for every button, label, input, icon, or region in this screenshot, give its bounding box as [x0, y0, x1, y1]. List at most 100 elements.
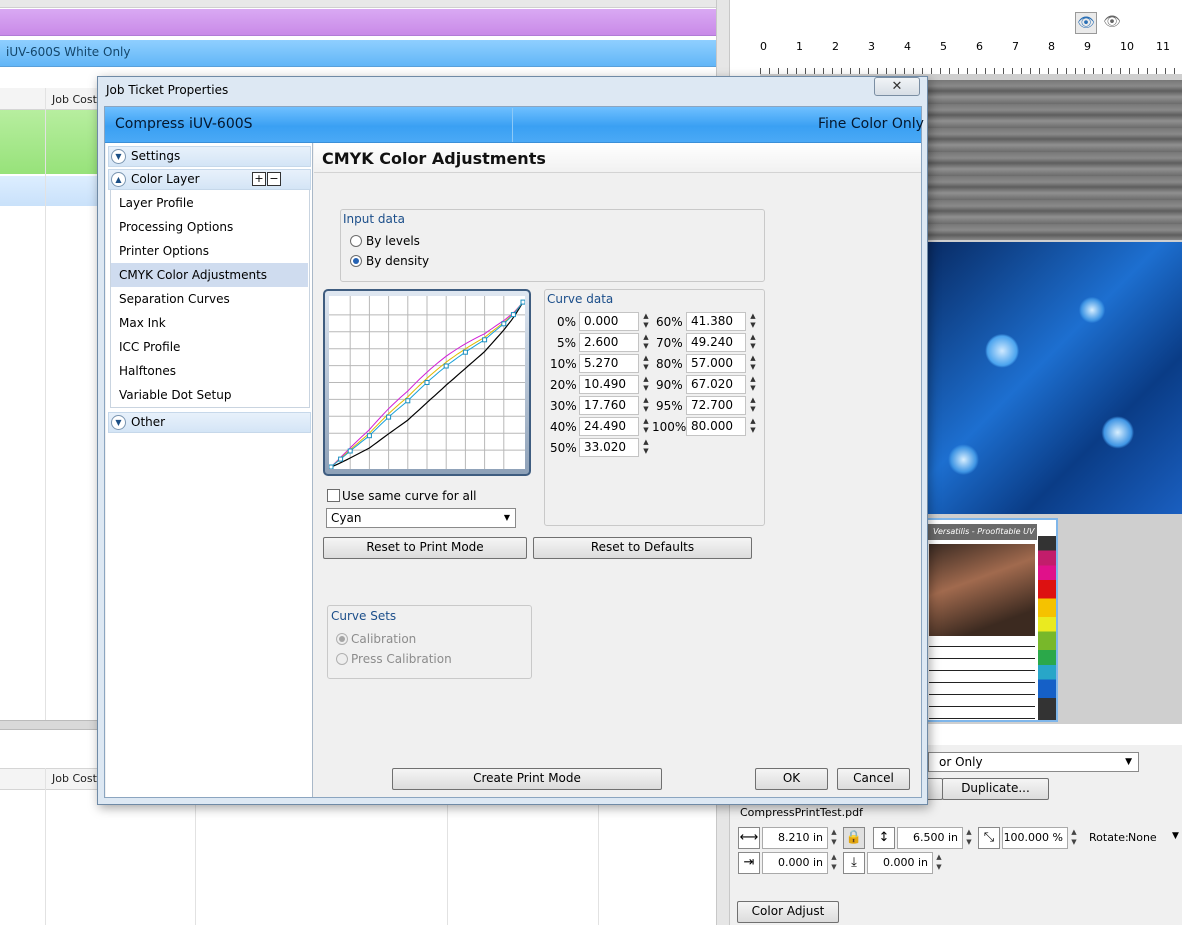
eye-hide-icon[interactable]: 👁 — [1101, 12, 1123, 34]
nav-group-label: Other — [131, 415, 166, 429]
curve-point-field[interactable]: 67.020 — [686, 375, 746, 394]
curve-point-spinner[interactable]: ▲ ▼ — [747, 333, 759, 352]
reset-to-defaults-button[interactable]: Reset to Defaults — [533, 537, 752, 559]
width-spinner[interactable]: ▲ ▼ — [828, 827, 840, 849]
print-mode-select[interactable]: or Only ▼ — [928, 752, 1139, 772]
reset-to-print-mode-button[interactable]: Reset to Print Mode — [323, 537, 527, 559]
calibration-label[interactable]: Calibration — [351, 632, 416, 646]
by-density-label[interactable]: By density — [366, 254, 429, 268]
curve-point-field[interactable]: 72.700 — [686, 396, 746, 415]
curve-point-spinner[interactable]: ▲ ▼ — [747, 396, 759, 415]
eye-show-icon[interactable]: 👁 — [1075, 12, 1097, 34]
channel-select[interactable]: Cyan ▼ — [326, 508, 516, 528]
curve-point-field[interactable]: 24.490 — [579, 417, 639, 436]
nav-item-max-ink[interactable]: Max Ink — [111, 311, 308, 335]
curve-graph[interactable] — [329, 296, 525, 469]
nav-item-separation-curves[interactable]: Separation Curves — [111, 287, 308, 311]
curve-point-field[interactable]: 49.240 — [686, 333, 746, 352]
curve-point-handle[interactable] — [482, 337, 488, 343]
create-print-mode-button[interactable]: Create Print Mode — [392, 768, 662, 790]
use-same-curve-checkbox[interactable] — [327, 489, 340, 502]
curve-point-handle[interactable] — [424, 380, 430, 385]
nav-item-layer-profile[interactable]: Layer Profile — [111, 191, 308, 215]
color-adjust-button[interactable]: Color Adjust — [737, 901, 839, 923]
curve-point-label: 50% — [550, 441, 577, 455]
job-cost-column-header[interactable]: Job Cost — [52, 93, 97, 106]
nav-item-printer-options[interactable]: Printer Options — [111, 239, 308, 263]
curve-point-spinner[interactable]: ▲ ▼ — [640, 396, 652, 415]
curve-point-field[interactable]: 17.760 — [579, 396, 639, 415]
curve-point-handle[interactable] — [462, 349, 468, 355]
offset-y-spinner[interactable]: ▲ ▼ — [933, 852, 945, 874]
add-layer-icon[interactable]: + — [252, 172, 266, 186]
curve-point-field[interactable]: 2.600 — [579, 333, 639, 352]
curve-point-handle[interactable] — [386, 414, 392, 420]
scale-field[interactable]: 100.000 % — [1002, 827, 1068, 849]
nav-item-halftones[interactable]: Halftones — [111, 359, 308, 383]
nav-group-label: Color Layer — [131, 172, 200, 186]
curve-point-handle[interactable] — [520, 299, 525, 305]
offset-x-spinner[interactable]: ▲ ▼ — [828, 852, 840, 874]
curve-point-spinner[interactable]: ▲ ▼ — [640, 375, 652, 394]
scale-icon: ⤡ — [978, 827, 1000, 849]
nav-group-other[interactable]: ▼ Other — [108, 412, 311, 433]
by-levels-radio[interactable] — [350, 235, 362, 247]
offset-x-field[interactable]: 0.000 in — [762, 852, 828, 874]
curve-point-field[interactable]: 0.000 — [579, 312, 639, 331]
calibration-radio[interactable] — [336, 633, 348, 645]
curve-point-handle[interactable] — [443, 363, 449, 369]
by-density-radio[interactable] — [350, 255, 362, 267]
curve-point-spinner[interactable]: ▲ ▼ — [640, 417, 652, 436]
curve-point-spinner[interactable]: ▲ ▼ — [640, 312, 652, 331]
curve-point-spinner[interactable]: ▲ ▼ — [640, 333, 652, 352]
curve-point-handle[interactable] — [338, 456, 344, 462]
curve-point-handle[interactable] — [329, 464, 334, 469]
scale-spinner[interactable]: ▲ ▼ — [1068, 827, 1080, 849]
curve-point-field[interactable]: 57.000 — [686, 354, 746, 373]
curve-point-spinner[interactable]: ▲ ▼ — [640, 354, 652, 373]
curve-point-spinner[interactable]: ▲ ▼ — [747, 417, 759, 436]
offset-y-field[interactable]: 0.000 in — [867, 852, 933, 874]
press-calibration-label[interactable]: Press Calibration — [351, 652, 452, 666]
press-calibration-radio[interactable] — [336, 653, 348, 665]
height-field[interactable]: 6.500 in — [897, 827, 963, 849]
grid-column-divider — [45, 88, 46, 720]
width-field[interactable]: 8.210 in — [762, 827, 828, 849]
chevron-down-icon: ▼ — [111, 149, 126, 164]
lock-icon[interactable]: 🔒 — [843, 827, 865, 849]
cancel-button[interactable]: Cancel — [837, 768, 910, 790]
nav-item-variable-dot-setup[interactable]: Variable Dot Setup — [111, 383, 308, 407]
rotate-select[interactable]: None — [1128, 831, 1157, 844]
nav-group-settings[interactable]: ▼ Settings — [108, 146, 311, 167]
water-drops-image[interactable] — [925, 242, 1182, 514]
curve-point-handle[interactable] — [347, 448, 353, 454]
curve-point-spinner[interactable]: ▲ ▼ — [747, 312, 759, 331]
curve-point-field[interactable]: 33.020 — [579, 438, 639, 457]
duplicate-button[interactable]: Duplicate... — [942, 778, 1049, 800]
curve-point-field[interactable]: 5.270 — [579, 354, 639, 373]
job-cost-column-header-lower[interactable]: Job Cost — [52, 772, 97, 785]
curve-point-handle[interactable] — [501, 321, 507, 327]
curve-point-handle[interactable] — [405, 398, 411, 404]
nav-item-cmyk-color-adjustments[interactable]: CMYK Color Adjustments — [111, 263, 308, 287]
close-icon[interactable]: ✕ — [874, 77, 920, 96]
curve-point-spinner[interactable]: ▲ ▼ — [747, 354, 759, 373]
curve-point-spinner[interactable]: ▲ ▼ — [640, 438, 652, 457]
by-levels-label[interactable]: By levels — [366, 234, 420, 248]
curve-point-label: 0% — [556, 315, 576, 329]
remove-layer-icon[interactable]: − — [267, 172, 281, 186]
curve-point-field[interactable]: 80.000 — [686, 417, 746, 436]
curve-point-field[interactable]: 10.490 — [579, 375, 639, 394]
printer-row-label: iUV-600S White Only — [6, 45, 131, 59]
ok-button[interactable]: OK — [755, 768, 828, 790]
printer-row-purple[interactable] — [0, 9, 716, 36]
curve-point-handle[interactable] — [510, 312, 516, 318]
curve-point-field[interactable]: 41.380 — [686, 312, 746, 331]
wood-texture-image[interactable] — [925, 80, 1182, 240]
nav-item-icc-profile[interactable]: ICC Profile — [111, 335, 308, 359]
use-same-curve-label[interactable]: Use same curve for all — [342, 489, 477, 503]
curve-point-spinner[interactable]: ▲ ▼ — [747, 375, 759, 394]
height-spinner[interactable]: ▲ ▼ — [963, 827, 975, 849]
curve-point-handle[interactable] — [366, 433, 372, 439]
nav-item-processing-options[interactable]: Processing Options — [111, 215, 308, 239]
